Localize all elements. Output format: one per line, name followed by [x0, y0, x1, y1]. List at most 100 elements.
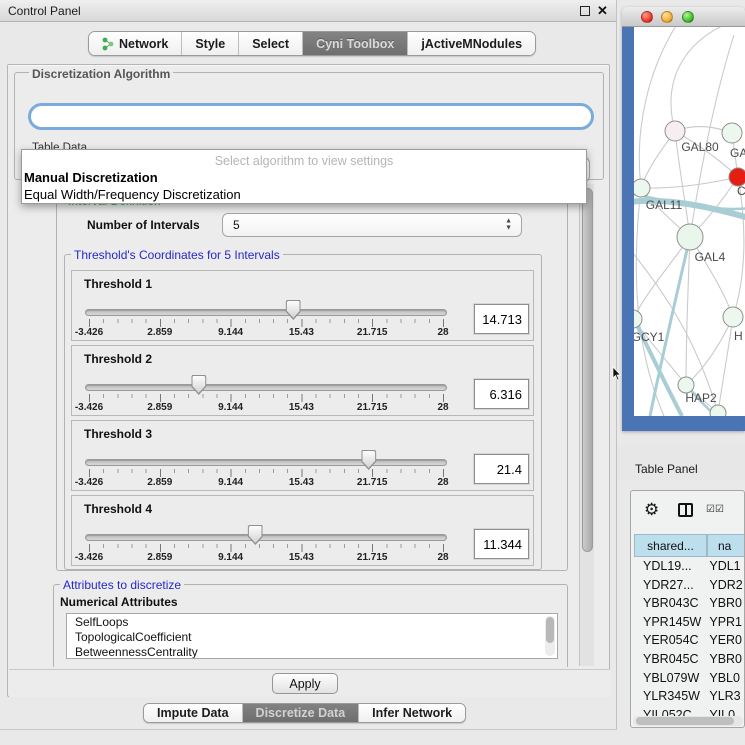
panel-scrollbar[interactable]	[579, 184, 594, 666]
table-row[interactable]: YER054CYER0	[634, 633, 745, 652]
node-top-right	[722, 123, 742, 143]
network-edges	[634, 27, 744, 416]
algorithm-dropdown-popup: Select algorithm to view settings Manual…	[21, 149, 587, 204]
group-label-attributes: Attributes to discretize	[60, 578, 184, 592]
table-row[interactable]: YBL079WYBL0	[634, 671, 745, 690]
float-window-icon[interactable]	[580, 6, 590, 16]
select-columns-icon[interactable]: ☑☑	[706, 504, 724, 515]
network-window-content: GAL80 GA C GAL11 GAL4 GCY1 H HAP2	[622, 27, 745, 431]
table-row[interactable]: YBR045CYBR0	[634, 652, 745, 671]
split-columns-icon[interactable]	[678, 503, 693, 517]
dropdown-option-equal-width-frequency[interactable]: Equal Width/Frequency Discretization	[24, 187, 582, 202]
combobox-spinner-icon: ▲▼	[505, 219, 512, 232]
thresholds-group: Threshold's Coordinates for 5 Intervals …	[64, 254, 542, 570]
node-label: H	[734, 329, 743, 343]
tab-style[interactable]: Style	[182, 32, 239, 55]
list-item[interactable]: BetweennessCentrality	[67, 644, 557, 659]
tab-select[interactable]: Select	[239, 32, 303, 55]
table-panel: ⚙ ☑☑ shared... na YDL19...YDL1 YDR27...Y…	[630, 490, 745, 728]
zoom-traffic-light[interactable]	[682, 11, 694, 23]
numerical-attributes-list: SelfLoops TopologicalCoefficient Between…	[66, 613, 558, 659]
node-bottom	[710, 405, 726, 416]
table-row[interactable]: YDL19...YDL1	[634, 559, 745, 578]
node-label: GA	[730, 146, 745, 160]
tab-impute-data[interactable]: Impute Data	[144, 704, 243, 722]
slider-ticks	[89, 544, 444, 552]
dropdown-option-manual-discretization[interactable]: Manual Discretization	[24, 170, 582, 185]
threshold-1-panel: Threshold 1 -3.4262.8599.14415.4321.7152…	[71, 270, 534, 341]
gear-icon[interactable]: ⚙	[644, 500, 659, 520]
tab-infer-network[interactable]: Infer Network	[359, 704, 465, 722]
group-label-thresholds: Threshold's Coordinates for 5 Intervals	[71, 248, 283, 262]
network-canvas[interactable]: GAL80 GA C GAL11 GAL4 GCY1 H HAP2	[634, 27, 745, 416]
slider-ticks	[89, 319, 444, 327]
close-icon[interactable]: ✕	[597, 3, 608, 19]
node-label: GCY1	[634, 330, 665, 344]
network-icon	[102, 37, 114, 51]
group-label-discretization-algorithm: Discretization Algorithm	[29, 67, 173, 81]
scrollbar-thumb[interactable]	[636, 717, 734, 725]
table-horizontal-scrollbar[interactable]	[633, 716, 743, 726]
threshold-1-value-field[interactable]: 14.713	[474, 304, 529, 334]
table-panel-title: Table Panel	[635, 462, 698, 476]
dropdown-hint: Select algorithm to view settings	[22, 154, 586, 168]
threshold-3-panel: Threshold 3 -3.4262.8599.14415.4321.7152…	[71, 420, 534, 491]
control-panel-titlebar: Control Panel ✕	[0, 0, 616, 22]
network-node-labels: GAL80 GA C GAL11 GAL4 GCY1 H HAP2	[634, 140, 745, 405]
table-panel-toolbar: ⚙ ☑☑	[631, 491, 744, 531]
node-gal4	[677, 224, 703, 250]
threshold-3-slider-handle[interactable]	[361, 450, 376, 470]
network-view-window: GAL80 GA C GAL11 GAL4 GCY1 H HAP2	[622, 7, 745, 431]
node-h	[723, 307, 743, 327]
table-row[interactable]: YPR145WYPR1	[634, 615, 745, 634]
threshold-2-slider-handle[interactable]	[191, 375, 206, 395]
node-label: C	[737, 184, 745, 198]
mouse-cursor	[612, 367, 622, 381]
node-label: HAP2	[685, 391, 717, 405]
tab-jactivemnodules[interactable]: jActiveMNodules	[408, 32, 535, 55]
slider-ticks	[89, 469, 444, 477]
algorithm-combobox[interactable]	[28, 103, 594, 130]
apply-button[interactable]: Apply	[272, 673, 338, 694]
slider-ticks	[89, 394, 444, 402]
column-header-shared-name[interactable]: shared...	[634, 534, 707, 557]
tab-discretize-data[interactable]: Discretize Data	[243, 704, 360, 722]
control-panel-tabs: Network Style Select Cyni Toolbox jActiv…	[88, 31, 536, 56]
minimize-traffic-light[interactable]	[661, 11, 673, 23]
tab-cyni-toolbox[interactable]: Cyni Toolbox	[303, 32, 408, 55]
node-gal11	[634, 179, 650, 197]
table-row[interactable]: YDR27...YDR2	[634, 578, 745, 597]
threshold-4-slider-handle[interactable]	[248, 525, 263, 545]
node-gal80	[665, 121, 685, 141]
cyni-toolbox-panel: Discretization Algorithm Table Data galF…	[7, 64, 610, 697]
network-window-titlebar	[622, 7, 745, 27]
bottom-tabs: Impute Data Discretize Data Infer Networ…	[143, 703, 466, 723]
table-row[interactable]: YLR345WYLR3	[634, 689, 745, 708]
table-panel-titlebar: Table Panel	[617, 445, 745, 480]
list-item[interactable]: SelfLoops	[67, 614, 557, 629]
threshold-3-value-field[interactable]: 21.4	[474, 454, 529, 484]
column-header-name[interactable]: na	[707, 534, 745, 557]
threshold-2-panel: Threshold 2 -3.4262.8599.14415.4321.7152…	[71, 345, 534, 416]
numerical-attributes-label: Numerical Attributes	[60, 595, 178, 609]
threshold-1-slider-handle[interactable]	[286, 300, 301, 320]
scrollbar-thumb[interactable]	[582, 188, 593, 552]
desktop: Control Panel ✕ Network Style Select Cyn…	[0, 0, 745, 745]
window-title: Control Panel	[8, 4, 81, 18]
threshold-4-value-field[interactable]: 11.344	[474, 529, 529, 559]
apply-row: Apply	[9, 669, 610, 697]
table-row[interactable]: YBR043CYBR0	[634, 596, 745, 615]
network-nodes[interactable]	[634, 121, 745, 416]
number-of-intervals-combobox[interactable]: 5 ▲▼	[222, 213, 522, 237]
threshold-2-value-field[interactable]: 6.316	[474, 379, 529, 409]
control-panel-window: Control Panel ✕ Network Style Select Cyn…	[0, 0, 617, 730]
list-item[interactable]: TopologicalCoefficient	[67, 629, 557, 644]
number-of-intervals-label: Number of Intervals	[87, 218, 200, 232]
tab-network[interactable]: Network	[89, 32, 182, 55]
node-label: GAL4	[695, 250, 726, 264]
threshold-4-panel: Threshold 4 -3.4262.8599.14415.4321.7152…	[71, 495, 534, 566]
attributes-group: Attributes to discretize Numerical Attri…	[53, 584, 568, 667]
list-scrollbar[interactable]	[545, 616, 555, 656]
node-label: GAL80	[681, 140, 719, 154]
close-traffic-light[interactable]	[641, 11, 653, 23]
